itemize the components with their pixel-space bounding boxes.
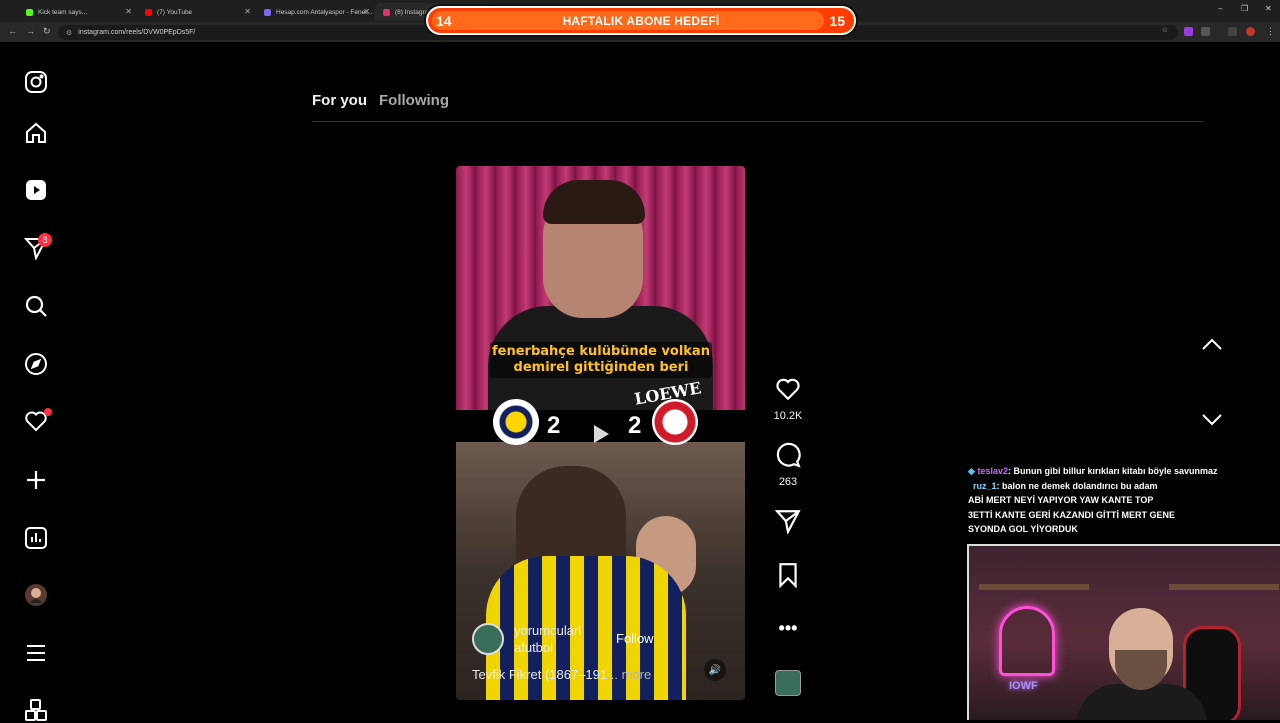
restore-window-icon[interactable]: ❐	[1241, 4, 1248, 13]
neon-sign-text: IOWF	[1009, 680, 1038, 692]
chat-message: ◆ teslav2: Bunun gibi billur kırıkları k…	[968, 464, 1280, 479]
save-action[interactable]	[773, 562, 803, 593]
hesap-favicon-icon	[264, 8, 271, 16]
chat-text: : Bunun gibi billur kırıkları kitabı böy…	[1007, 466, 1218, 476]
like-action[interactable]: 10.2K	[773, 376, 803, 422]
author-name[interactable]: yorumcularl afutbol	[514, 622, 604, 656]
chat-username: ruz_1	[973, 480, 997, 491]
chat-badge-icon: ◆	[968, 466, 975, 476]
tab-following[interactable]: Following	[379, 92, 449, 109]
comment-icon[interactable]	[775, 442, 801, 468]
extensions-puzzle-icon[interactable]	[1201, 27, 1210, 36]
more-link[interactable]: ... more	[607, 667, 651, 682]
messages-badge: 8	[38, 233, 52, 247]
previous-reel-chevron-up-icon[interactable]	[1196, 329, 1228, 361]
feed-tabs: For you Following	[312, 92, 449, 109]
search-icon[interactable]	[23, 293, 49, 319]
subscriber-goal-banner: 14 HAFTALIK ABONE HEDEFİ 15	[426, 6, 856, 35]
browser-tab-youtube[interactable]: (7) YouTube ✕	[137, 3, 255, 21]
caption-line-1: fenerbahçe kulübünde volkan	[492, 344, 710, 359]
browser-tab-hesap[interactable]: Hesap.com Antalyaspor - Fener... ✕	[256, 3, 374, 21]
presenter-hair	[543, 180, 645, 224]
description-text: Tevfik Fikret (1867–191	[472, 667, 608, 682]
explore-icon[interactable]	[23, 351, 49, 377]
author-avatar[interactable]	[472, 623, 504, 655]
reel-description[interactable]: Tevfik Fikret (1867–191... more	[472, 667, 651, 682]
back-icon[interactable]: ←	[8, 26, 17, 36]
forward-icon[interactable]: →	[26, 26, 35, 36]
next-reel-chevron-down-icon[interactable]	[1196, 403, 1228, 435]
play-icon[interactable]	[588, 422, 612, 451]
site-info-icon[interactable]: ⚙	[66, 29, 72, 37]
reload-icon[interactable]: ↻	[43, 26, 51, 37]
instagram-logo-icon[interactable]	[23, 69, 49, 95]
reels-icon[interactable]	[23, 177, 49, 203]
author-name-line-1: yorumcularl	[514, 623, 582, 638]
meta-apps-icon[interactable]	[23, 697, 49, 723]
author-name-line-2: afutbol	[514, 640, 554, 655]
more-options-icon[interactable]: •••	[773, 618, 803, 639]
webcam-shelf	[979, 584, 1089, 590]
like-count: 10.2K	[773, 410, 803, 422]
url-text: instagram.com/reels/DVW0PEpDs5F/	[78, 29, 196, 36]
youtube-favicon-icon	[145, 8, 152, 16]
audio-thumbnail[interactable]	[775, 670, 801, 696]
profile-avatar[interactable]	[23, 582, 49, 608]
tab-for-you[interactable]: For you	[312, 92, 367, 109]
heart-icon[interactable]	[775, 376, 801, 402]
browser-menu-icon[interactable]: ⋮	[1266, 26, 1275, 37]
chat-message: ruz_1: balon ne demek dolandırıcı bu ada…	[968, 479, 1280, 494]
share-action[interactable]	[773, 508, 803, 539]
chat-username: teslav2	[977, 466, 1008, 476]
goal-target: 15	[829, 13, 845, 29]
goal-title: HAFTALIK ABONE HEDEFİ	[562, 14, 720, 28]
tab-title: (7) YouTube	[157, 8, 193, 16]
close-tab-icon[interactable]: ✕	[125, 7, 132, 16]
antalyaspor-crest-icon	[652, 399, 698, 445]
mute-icon[interactable]: 🔊	[704, 659, 726, 681]
minimize-window-icon[interactable]: –	[1218, 4, 1222, 13]
extension-icon[interactable]	[1184, 27, 1193, 36]
chat-message: SYONDA GOL YİYORDUK	[968, 524, 1078, 534]
reel-video[interactable]: fenerbahçe kulübünde volkan demirel gitt…	[456, 166, 745, 700]
chat-message: ABİ MERT NEYİ YAPIYOR YAW KANTE TOP	[968, 495, 1154, 505]
sidebar-toggle-icon[interactable]	[1228, 27, 1237, 36]
close-window-icon[interactable]: ✕	[1265, 4, 1272, 13]
create-icon[interactable]	[23, 467, 49, 493]
tab-title: Kick team says...	[38, 8, 88, 16]
follow-button[interactable]: Follow	[616, 631, 654, 646]
caption-line-2: demirel gittiğinden beri	[513, 360, 689, 375]
profile-avatar-icon[interactable]	[1246, 27, 1255, 36]
bookmark-star-icon[interactable]: ☆	[1162, 26, 1168, 34]
notification-dot	[44, 408, 52, 416]
chat-text: : balon ne demek dolandırıcı bu adam	[996, 480, 1158, 491]
close-tab-icon[interactable]: ✕	[363, 7, 370, 16]
instagram-favicon-icon	[383, 8, 390, 16]
streamer-webcam: IOWF	[967, 544, 1280, 720]
video-caption: fenerbahçe kulübünde volkan demirel gitt…	[490, 342, 712, 378]
share-icon[interactable]	[774, 508, 801, 536]
more-menu-icon[interactable]	[23, 640, 49, 666]
webcam-shelf	[1169, 584, 1279, 590]
home-score: 2	[547, 412, 561, 439]
tab-title: Hesap.com Antalyaspor - Fener...	[276, 8, 373, 16]
home-icon[interactable]	[23, 120, 49, 146]
dashboard-icon[interactable]	[23, 525, 49, 551]
close-tab-icon[interactable]: ✕	[244, 7, 251, 16]
comment-count: 263	[778, 476, 798, 488]
kick-favicon-icon	[26, 8, 33, 16]
away-score: 2	[628, 412, 642, 439]
neon-sign-icon	[999, 606, 1055, 676]
fenerbahce-crest-icon	[493, 399, 539, 445]
chat-message: 3ETTİ KANTE GERİ KAZANDI GİTTİ MERT GENE	[968, 509, 1176, 520]
browser-tab-kick[interactable]: Kick team says... ✕	[18, 3, 136, 21]
stream-chat-overlay: ◆ teslav2: Bunun gibi billur kırıkları k…	[968, 464, 1280, 537]
tabs-divider	[312, 121, 1204, 122]
comment-action[interactable]: 263	[773, 442, 803, 488]
reel-author[interactable]: yorumcularl afutbol	[472, 622, 604, 656]
bookmark-icon[interactable]	[775, 562, 801, 589]
